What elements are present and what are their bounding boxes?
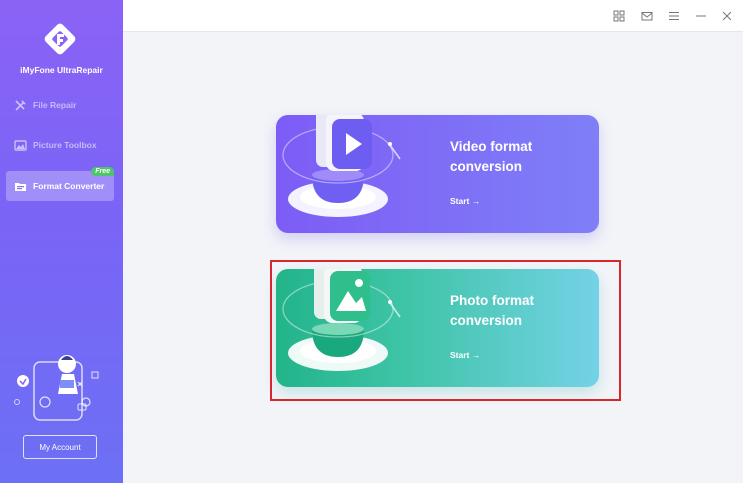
image-icon [14,139,27,152]
title-bar [123,0,743,32]
folder-icon [14,180,27,193]
video-format-conversion-card[interactable]: Video format conversion Start → [276,115,599,233]
start-link[interactable]: Start → [450,350,480,360]
card-title-line: Photo format [450,293,534,308]
free-badge: Free [91,167,114,176]
app-logo-icon [41,20,79,58]
card-title: Video format conversion [450,137,570,177]
photo-conversion-illustration [276,269,436,387]
sidebar-illustration [12,352,107,422]
sidebar: iMyFone UltraRepair File Repair Picture … [0,0,123,483]
sidebar-item-picture-toolbox[interactable]: Picture Toolbox [6,130,114,160]
mail-icon[interactable] [640,9,653,22]
card-title-line: conversion [450,159,523,174]
sidebar-item-label: File Repair [33,100,77,110]
grid-icon[interactable] [612,9,625,22]
start-link[interactable]: Start → [450,196,480,206]
sidebar-item-label: Format Converter [33,181,105,191]
sidebar-item-file-repair[interactable]: File Repair [6,90,114,120]
brand-name: iMyFone UltraRepair [20,65,103,75]
tools-icon [14,99,27,112]
menu-icon[interactable] [667,9,680,22]
photo-format-conversion-card[interactable]: Photo format conversion Start → [276,269,599,387]
close-icon[interactable] [720,9,733,22]
card-title-line: Video format [450,139,533,154]
card-title: Photo format conversion [450,291,570,331]
minimize-icon[interactable] [694,9,707,22]
card-title-line: conversion [450,313,523,328]
video-conversion-illustration [276,115,436,233]
sidebar-item-label: Picture Toolbox [33,140,97,150]
sidebar-item-format-converter[interactable]: Format Converter Free [6,167,114,201]
my-account-button[interactable]: My Account [23,435,97,459]
